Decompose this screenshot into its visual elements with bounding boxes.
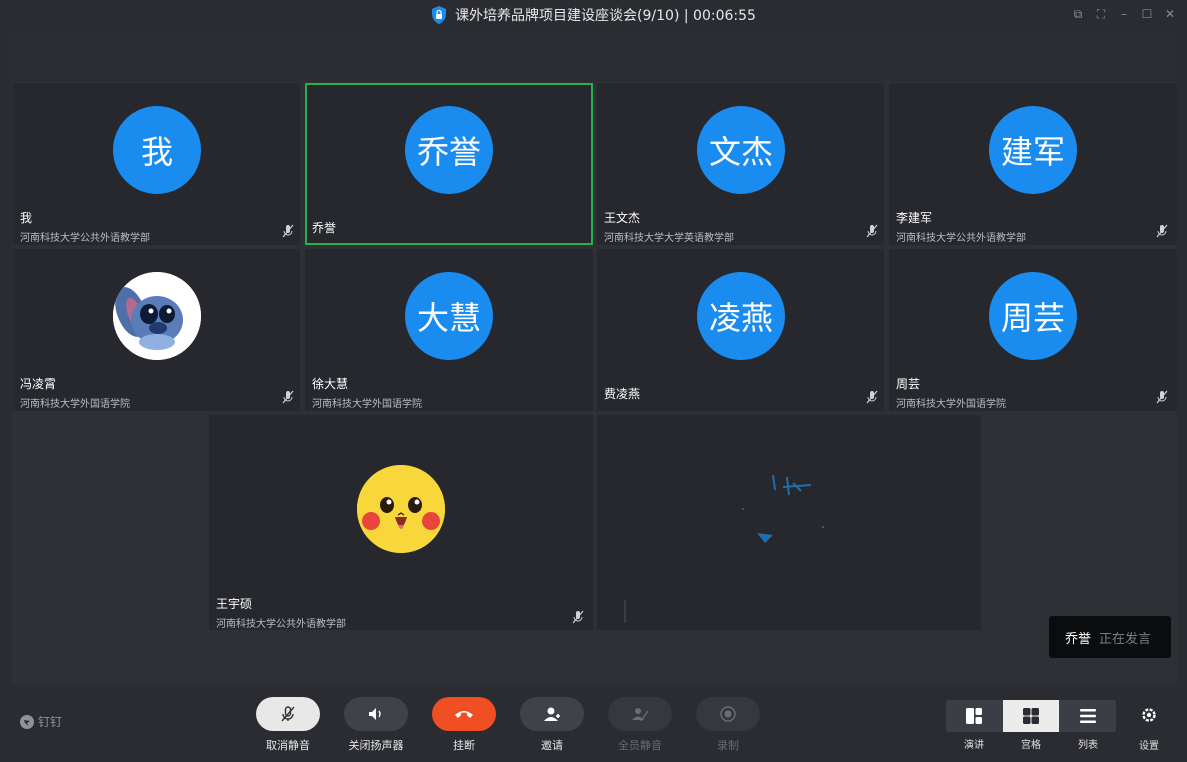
hangup-button[interactable]: 挂断: [432, 697, 496, 753]
title-bar: 课外培养品牌项目建设座谈会(9/10) | 00:06:55 ⧉ ⛶ – ☐ ✕: [0, 0, 1187, 30]
avatar: 文杰: [697, 106, 785, 194]
meeting-title-text: 课外培养品牌项目建设座谈会(9/10) | 00:06:55: [455, 8, 756, 24]
record-button[interactable]: 录制: [696, 697, 760, 753]
record-icon: [720, 706, 736, 722]
participant-name: 冯凌霄: [20, 377, 57, 391]
participant-name: 乔誉: [312, 221, 337, 235]
close-icon[interactable]: ✕: [1163, 6, 1177, 22]
mic-muted-icon: [1156, 390, 1168, 404]
phone-hangup-icon: [455, 711, 473, 718]
participant-org: 河南科技大学外国语学院: [896, 399, 1006, 410]
avatar: 乔誉: [405, 106, 493, 194]
mic-muted-icon: [282, 224, 294, 238]
layout-switcher: [946, 700, 1116, 732]
control-label: 关闭扬声器: [348, 739, 404, 752]
participant-org: 河南科技大学公共外语教学部: [216, 619, 346, 630]
speaking-indicator: 乔誉 正在发言: [1049, 616, 1171, 658]
avatar-image: [113, 272, 201, 360]
maximize-icon[interactable]: ☐: [1140, 6, 1154, 22]
participant-name: 王文杰: [604, 211, 641, 225]
unmute-button[interactable]: 取消静音: [256, 697, 320, 753]
participant-tile[interactable]: 王宇硕 河南科技大学公共外语教学部: [209, 415, 593, 630]
participant-org: 河南科技大学大学英语教学部: [604, 233, 734, 244]
fullscreen-icon[interactable]: ⛶: [1094, 6, 1108, 22]
avatar: 大慧: [405, 272, 493, 360]
mic-muted-icon: [281, 706, 295, 722]
layout-label: 演讲: [964, 740, 984, 751]
list-layout-icon: [1080, 709, 1096, 723]
participant-org: 河南科技大学外国语学院: [20, 399, 130, 410]
mute-all-icon: [632, 708, 649, 722]
participant-name: 徐大慧: [312, 377, 349, 391]
grid-layout-icon: [1023, 708, 1039, 724]
speaker-status: 正在发言: [1099, 631, 1152, 647]
settings-label: 设置: [1139, 741, 1159, 752]
top-strip: [12, 30, 1177, 82]
avatar: 我: [113, 106, 201, 194]
minimize-icon[interactable]: –: [1117, 6, 1131, 22]
layout-grid-button[interactable]: [1003, 700, 1059, 732]
shield-lock-icon: [432, 6, 447, 24]
layout-label: 列表: [1078, 740, 1098, 751]
speaker-toggle-button[interactable]: 关闭扬声器: [344, 697, 408, 753]
participant-tile-active[interactable]: 乔誉 乔誉: [305, 83, 593, 245]
participant-tile[interactable]: 我 我 河南科技大学公共外语教学部: [13, 83, 300, 245]
participant-tile[interactable]: 大慧 徐大慧 河南科技大学外国语学院: [305, 249, 593, 411]
participant-org: 河南科技大学外国语学院: [312, 399, 422, 410]
avatar: 凌燕: [697, 272, 785, 360]
mic-muted-icon: [572, 610, 584, 624]
cartoon-stitch-avatar-icon: [113, 272, 201, 360]
participant-tile[interactable]: 凌燕 费凌燕: [597, 249, 884, 411]
avatar: 周芸: [989, 272, 1077, 360]
participant-tile[interactable]: 建军 李建军 河南科技大学公共外语教学部: [889, 83, 1177, 245]
participant-name: 我: [20, 211, 33, 225]
participant-org: 河南科技大学公共外语教学部: [896, 233, 1026, 244]
screen-share-preview: [597, 415, 981, 630]
picture-in-picture-icon[interactable]: ⧉: [1071, 6, 1085, 22]
mic-muted-icon: [866, 224, 878, 238]
participant-tile[interactable]: 文杰 王文杰 河南科技大学大学英语教学部: [597, 83, 884, 245]
gear-icon: [1142, 708, 1156, 722]
avatar: 建军: [989, 106, 1077, 194]
control-label: 取消静音: [266, 739, 310, 752]
mic-muted-icon: [1156, 224, 1168, 238]
participant-name: 王宇硕: [216, 597, 253, 611]
participant-name: 费凌燕: [604, 387, 641, 401]
control-label: 邀请: [541, 739, 563, 752]
speaker-layout-icon: [966, 708, 982, 724]
layout-list-button[interactable]: [1060, 700, 1116, 732]
control-label: 录制: [717, 739, 739, 752]
layout-speaker-button[interactable]: [946, 700, 1002, 732]
brand-label: 钉钉: [38, 715, 63, 729]
mic-muted-icon: [866, 390, 878, 404]
dingtalk-logo-icon: [20, 714, 34, 729]
control-label: 全员静音: [618, 739, 662, 752]
participant-tile[interactable]: 周芸 周芸 河南科技大学外国语学院: [889, 249, 1177, 411]
mute-all-button[interactable]: 全员静音: [608, 697, 672, 753]
meeting-title: 课外培养品牌项目建设座谈会(9/10) | 00:06:55: [0, 0, 1187, 30]
participant-org: 河南科技大学公共外语教学部: [20, 233, 150, 244]
speaker-name: 乔誉: [1065, 631, 1092, 647]
layout-label: 宫格: [1021, 740, 1041, 751]
participant-tile[interactable]: 冯凌霄 河南科技大学外国语学院: [13, 249, 300, 411]
dingtalk-brand: 钉钉: [20, 713, 62, 730]
participant-name: 李建军: [896, 211, 933, 225]
control-label: 挂断: [453, 739, 475, 752]
avatar-image: [357, 465, 445, 553]
participant-name: 周芸: [896, 377, 921, 391]
add-user-icon: [544, 707, 560, 721]
shared-screen-tile[interactable]: [597, 415, 981, 630]
cartoon-pikachu-avatar-icon: [357, 465, 445, 553]
bottom-toolbar: 钉钉 取消静音 关闭扬声器 挂断 邀请 全员静音 录制 演讲 宫格 列表 设置: [0, 685, 1187, 762]
settings-button[interactable]: 设置: [1134, 707, 1164, 752]
invite-button[interactable]: 邀请: [520, 697, 584, 753]
speaker-icon: [369, 708, 381, 720]
mic-muted-icon: [282, 390, 294, 404]
